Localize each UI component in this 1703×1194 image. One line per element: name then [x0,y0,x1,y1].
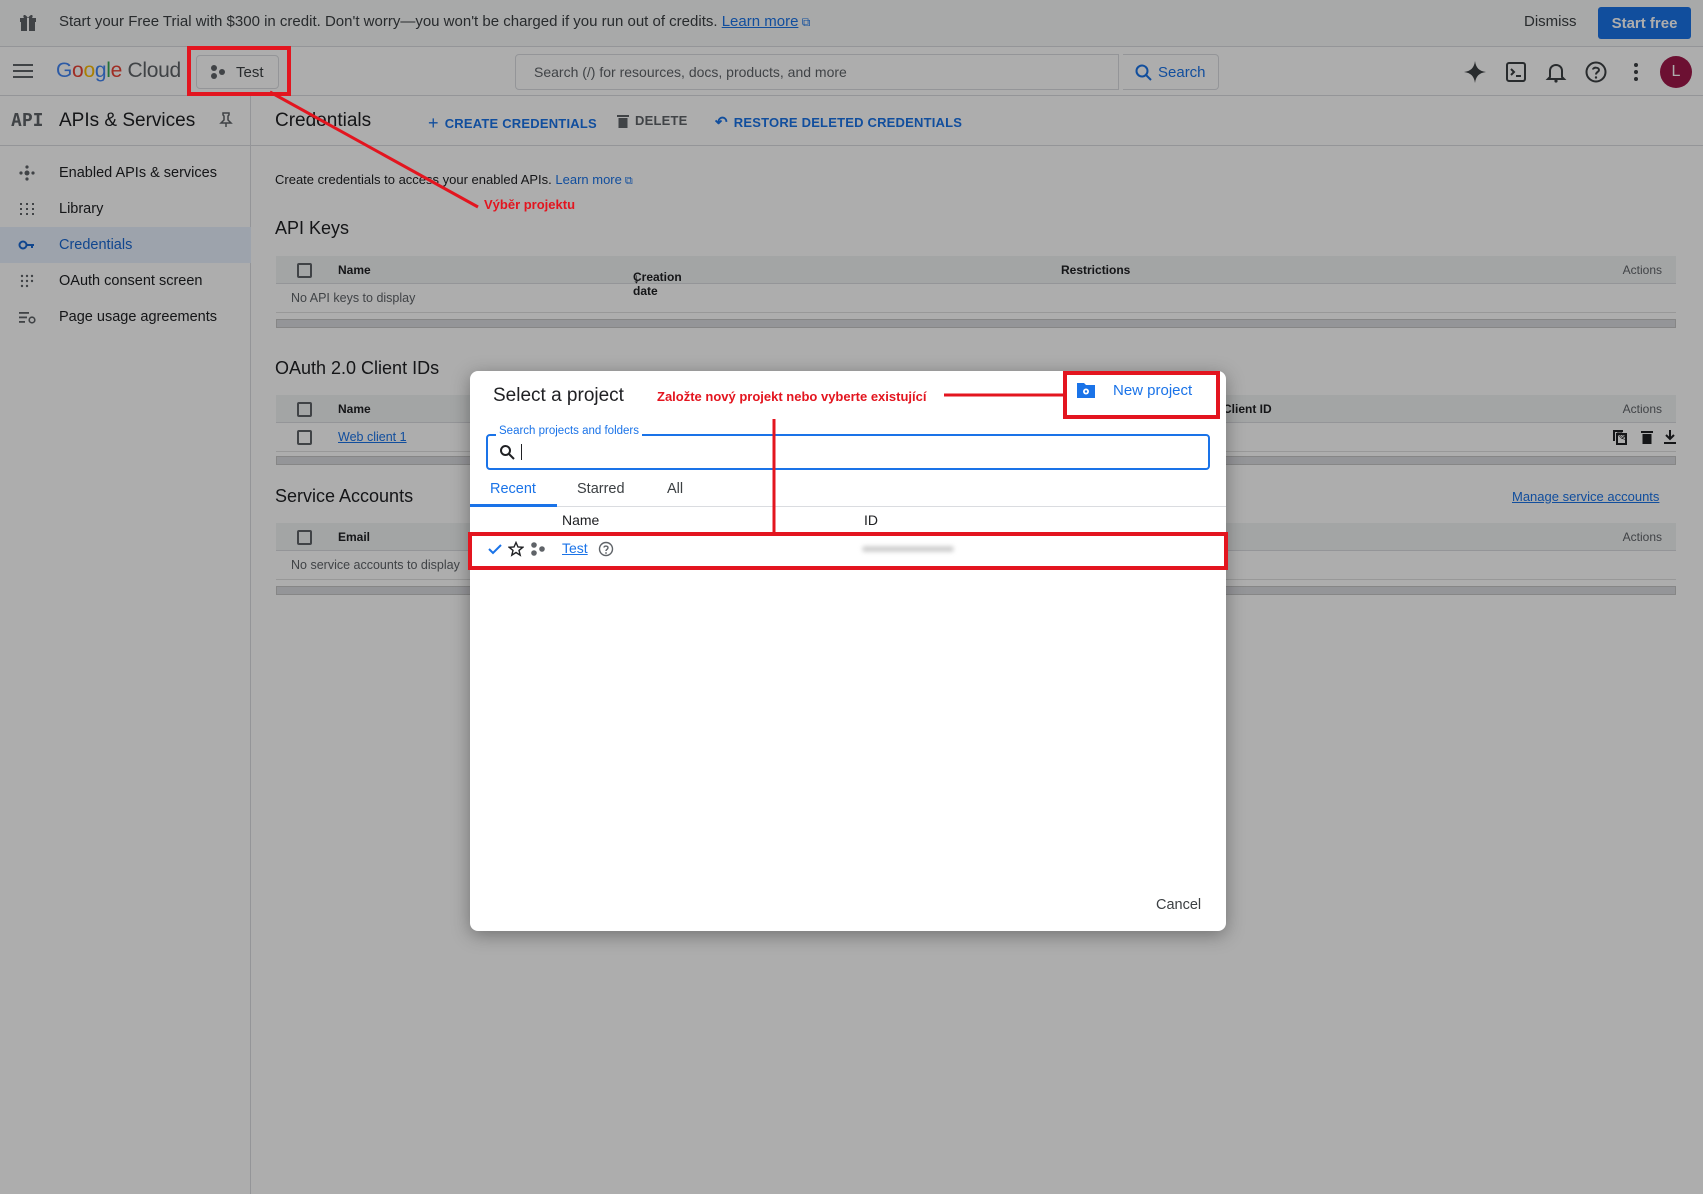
annotation-label-project-selector: Výběr projektu [484,197,576,212]
annotation-box-project-selector [187,46,291,96]
annotation-box-project-row [468,532,1228,570]
annotation-arrow-project [269,90,479,209]
annotation-box-new-project [1063,371,1220,419]
annotation-label-new-or-existing: Založte nový projekt nebo vyberte existu… [657,389,927,404]
annotation-arrows [269,90,1063,532]
